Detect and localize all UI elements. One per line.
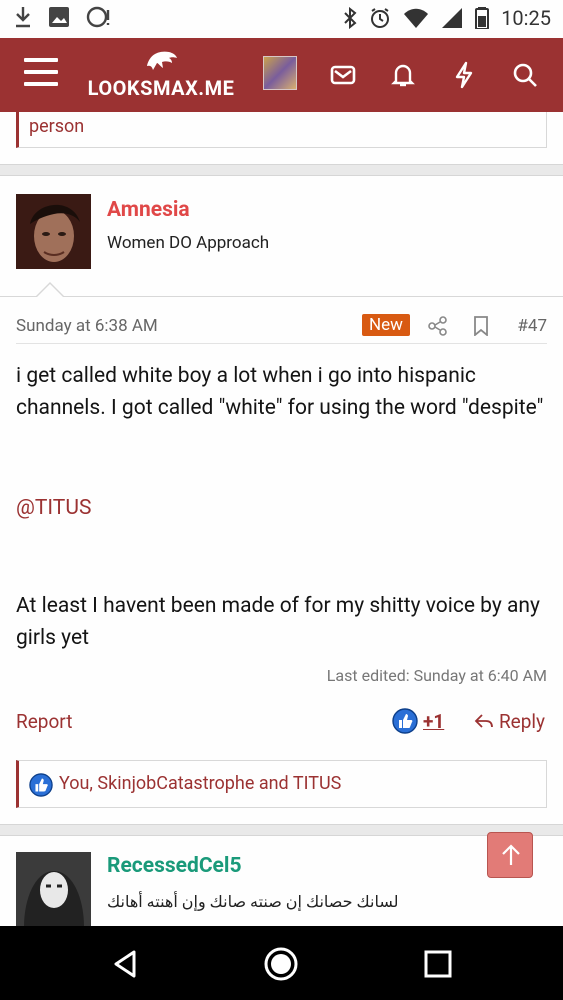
post-number[interactable]: #47 <box>517 316 547 336</box>
alert-cloud-icon <box>86 6 110 28</box>
share-icon[interactable] <box>428 316 448 336</box>
search-icon[interactable] <box>510 60 540 90</box>
user-avatar[interactable] <box>16 194 91 269</box>
alarm-icon <box>371 8 390 28</box>
next-post-user-title: لسانك حصانك إن صنته صانك وإن أهنته أهانك <box>107 892 399 911</box>
wifi-icon <box>404 8 429 28</box>
signal-icon <box>442 8 463 28</box>
post-separator <box>0 164 563 176</box>
post-separator <box>0 824 563 836</box>
user-avatar[interactable] <box>16 852 91 926</box>
reactions-bar[interactable]: You, SkinjobCatastrophe and TITUS <box>16 760 547 808</box>
inbox-icon[interactable] <box>328 60 358 90</box>
post-actions: Report +1 Reply <box>16 708 547 738</box>
reply-icon <box>474 714 494 728</box>
battery-icon <box>475 7 490 29</box>
scroll-to-top-button[interactable] <box>487 832 533 878</box>
bell-icon[interactable] <box>388 60 418 90</box>
previous-reactions-bar[interactable]: person <box>16 112 547 148</box>
app-bar: LOOKSMAX.ME <box>0 38 563 112</box>
like-icon[interactable] <box>392 708 418 734</box>
new-badge: New <box>362 314 410 336</box>
mention-link[interactable]: @TITUS <box>16 492 547 524</box>
arrow-up-icon <box>502 844 520 865</box>
previous-reaction-text: person <box>29 116 85 137</box>
bookmark-icon[interactable] <box>472 316 490 336</box>
site-name: LOOKSMAX.ME <box>87 76 235 100</box>
like-count[interactable]: +1 <box>423 710 444 733</box>
post-divider <box>0 296 563 297</box>
recents-icon[interactable] <box>420 946 456 982</box>
reactions-text: You, SkinjobCatastrophe and TITUS <box>59 773 342 794</box>
post-paragraph: At least I havent been made of for my sh… <box>16 594 540 650</box>
last-edited: Last edited: Sunday at 6:40 AM <box>326 666 547 685</box>
image-icon <box>49 7 69 27</box>
system-nav-bar <box>0 926 563 1000</box>
post-date[interactable]: Sunday at 6:38 AM <box>16 316 158 336</box>
logo-hair-icon <box>147 51 177 70</box>
post-username[interactable]: Amnesia <box>107 198 190 222</box>
menu-icon[interactable] <box>24 58 58 88</box>
post-user-title: Women DO Approach <box>107 233 270 253</box>
avatar[interactable] <box>263 56 297 90</box>
home-icon[interactable] <box>263 946 299 982</box>
bluetooth-icon <box>344 7 357 29</box>
thread-content: person Amnesia Women DO Approach Sunday … <box>0 112 563 926</box>
reply-button[interactable]: Reply <box>474 710 545 733</box>
post-paragraph: i get called white boy a lot when i go i… <box>16 364 544 420</box>
download-icon <box>16 7 30 28</box>
lightning-icon[interactable] <box>449 60 479 90</box>
next-post-username[interactable]: RecessedCel5 <box>107 854 242 878</box>
like-reaction-icon <box>29 773 53 797</box>
back-icon[interactable] <box>108 946 144 982</box>
clock: 10:25 <box>501 6 551 30</box>
post-meta: Sunday at 6:38 AM New #47 <box>16 314 547 344</box>
reply-label: Reply <box>498 710 545 733</box>
site-logo[interactable]: LOOKSMAX.ME <box>86 46 236 106</box>
report-link[interactable]: Report <box>16 710 72 733</box>
status-bar: 10:25 <box>0 0 563 38</box>
